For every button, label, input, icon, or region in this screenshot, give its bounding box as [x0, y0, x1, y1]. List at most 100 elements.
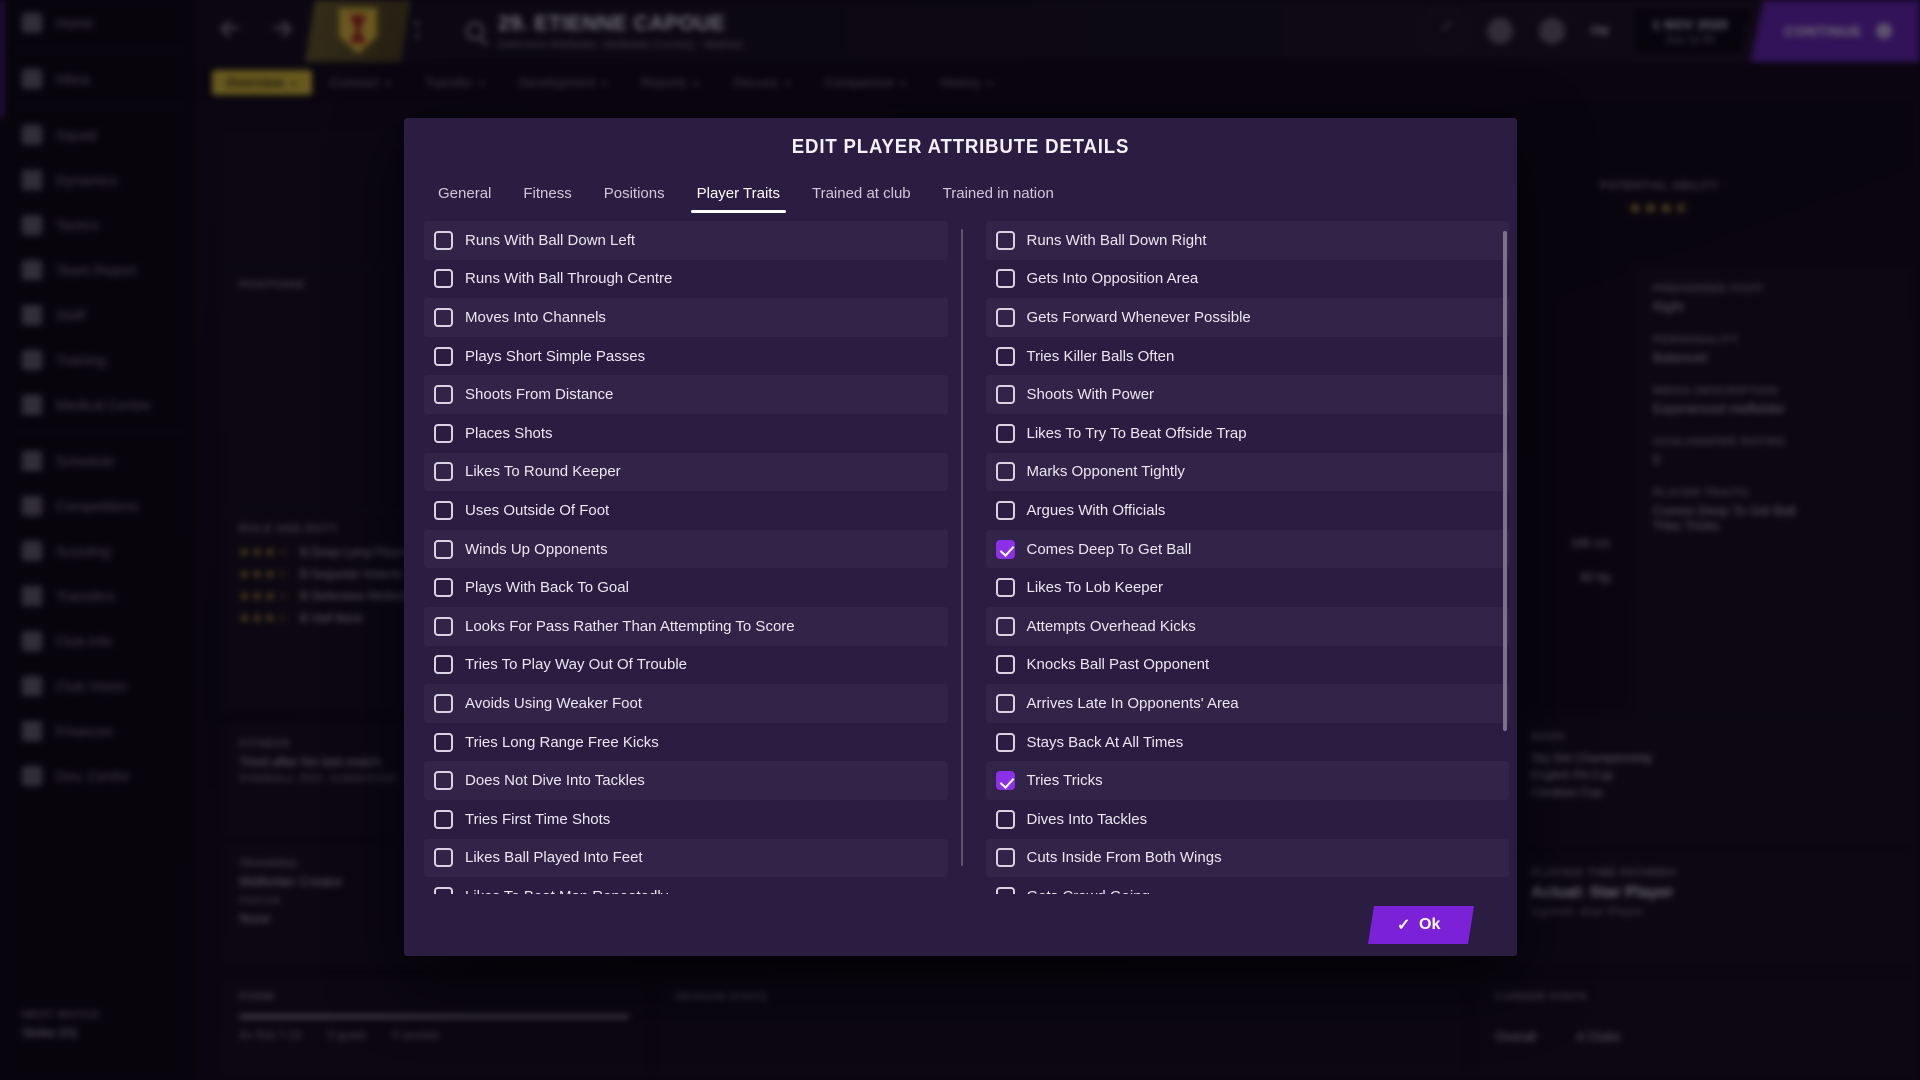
checkbox-icon[interactable] — [995, 269, 1015, 289]
trait-row[interactable]: Comes Deep To Get Ball — [986, 530, 1510, 569]
dialog-tab-fitness[interactable]: Fitness — [507, 177, 587, 213]
dialog-tab-general[interactable]: General — [422, 177, 507, 213]
checkbox-icon[interactable] — [434, 230, 453, 250]
checkbox-icon[interactable] — [995, 230, 1015, 250]
checkbox-icon[interactable] — [434, 771, 453, 791]
dialog-tab-label: Player Traits — [696, 185, 780, 202]
checkbox-icon[interactable] — [434, 809, 453, 829]
checkbox-icon[interactable] — [995, 809, 1015, 829]
trait-row[interactable]: Gets Into Opposition Area — [986, 260, 1510, 299]
trait-row[interactable]: Places Shots — [424, 414, 948, 453]
trait-row[interactable]: Uses Outside Of Foot — [424, 491, 948, 530]
checkbox-icon[interactable] — [995, 693, 1015, 713]
trait-row[interactable]: Runs With Ball Down Right — [986, 221, 1510, 260]
trait-label: Avoids Using Weaker Foot — [465, 694, 643, 712]
checkbox-icon[interactable] — [434, 848, 453, 868]
trait-row[interactable]: Shoots From Distance — [424, 375, 948, 414]
trait-label: Tries Long Range Free Kicks — [465, 733, 659, 751]
checkbox-icon[interactable] — [434, 578, 453, 598]
trait-label: Winds Up Opponents — [465, 540, 608, 558]
checkbox-icon[interactable] — [995, 346, 1015, 366]
checkbox-icon[interactable] — [995, 462, 1015, 482]
trait-row[interactable]: Avoids Using Weaker Foot — [424, 684, 948, 723]
checkbox-icon[interactable] — [434, 655, 453, 675]
trait-row[interactable]: Arrives Late In Opponents' Area — [986, 684, 1510, 723]
checkbox-icon[interactable] — [434, 385, 453, 405]
trait-row[interactable]: Moves Into Channels — [424, 298, 948, 337]
trait-row[interactable]: Does Not Dive Into Tackles — [424, 761, 948, 800]
checkbox-icon[interactable] — [434, 307, 453, 327]
trait-row[interactable]: Tries To Play Way Out Of Trouble — [424, 646, 948, 685]
checkbox-icon[interactable] — [434, 693, 453, 713]
trait-label: Comes Deep To Get Ball — [1026, 540, 1192, 558]
trait-row[interactable]: Runs With Ball Through Centre — [424, 260, 948, 299]
trait-row[interactable]: Tries First Time Shots — [424, 800, 948, 839]
trait-row[interactable]: Tries Tricks — [986, 761, 1510, 800]
trait-row[interactable]: Stays Back At All Times — [986, 723, 1510, 762]
dialog-tab-positions[interactable]: Positions — [588, 177, 681, 213]
trait-label: Marks Opponent Tightly — [1026, 463, 1185, 481]
trait-row[interactable]: Plays Short Simple Passes — [424, 337, 948, 376]
trait-row[interactable]: Winds Up Opponents — [424, 530, 948, 569]
trait-label: Tries First Time Shots — [465, 810, 611, 828]
trait-label: Uses Outside Of Foot — [465, 501, 610, 519]
checkbox-checked-icon[interactable] — [995, 771, 1015, 791]
checkbox-icon[interactable] — [995, 385, 1015, 405]
trait-label: Places Shots — [465, 424, 553, 442]
dialog-tab-player-traits[interactable]: Player Traits — [681, 177, 796, 213]
trait-row[interactable]: Looks For Pass Rather Than Attempting To… — [424, 607, 948, 646]
checkbox-icon[interactable] — [434, 886, 453, 894]
checkbox-icon[interactable] — [434, 462, 453, 482]
checkbox-icon[interactable] — [434, 616, 453, 636]
dialog-tab-trained-at-club[interactable]: Trained at club — [796, 177, 927, 213]
checkbox-icon[interactable] — [995, 848, 1015, 868]
checkbox-icon[interactable] — [434, 539, 453, 559]
checkbox-icon[interactable] — [995, 616, 1015, 636]
trait-label: Gets Crowd Going — [1027, 888, 1150, 894]
trait-row[interactable]: Likes To Try To Beat Offside Trap — [986, 414, 1510, 453]
trait-row[interactable]: Dives Into Tackles — [986, 800, 1510, 839]
checkbox-icon[interactable] — [995, 307, 1015, 327]
trait-row[interactable]: Likes To Beat Man Repeatedly — [424, 877, 948, 894]
trait-row[interactable]: Gets Crowd Going — [986, 877, 1510, 894]
checkbox-icon[interactable] — [995, 500, 1015, 520]
checkbox-icon[interactable] — [434, 500, 453, 520]
trait-row[interactable]: Cuts Inside From Both Wings — [986, 839, 1510, 878]
dialog-tab-label: Trained at club — [811, 185, 911, 202]
trait-label: Moves Into Channels — [465, 308, 606, 326]
trait-row[interactable]: Shoots With Power — [986, 375, 1510, 414]
trait-row[interactable]: Likes Ball Played Into Feet — [424, 839, 948, 878]
trait-row[interactable]: Knocks Ball Past Opponent — [986, 646, 1510, 685]
trait-label: Knocks Ball Past Opponent — [1026, 656, 1210, 674]
trait-row[interactable]: Tries Killer Balls Often — [986, 337, 1510, 376]
trait-row[interactable]: Tries Long Range Free Kicks — [424, 723, 948, 762]
traits-scrollbar[interactable] — [1503, 231, 1507, 814]
dialog-tab-label: Positions — [603, 185, 665, 202]
trait-row[interactable]: Runs With Ball Down Left — [424, 221, 948, 260]
checkbox-icon[interactable] — [995, 886, 1015, 894]
trait-row[interactable]: Likes To Lob Keeper — [986, 568, 1510, 607]
check-icon: ✓ — [1397, 917, 1411, 934]
checkbox-icon[interactable] — [995, 423, 1015, 443]
checkbox-icon[interactable] — [995, 732, 1015, 752]
trait-row[interactable]: Gets Forward Whenever Possible — [986, 298, 1510, 337]
trait-label: Shoots From Distance — [465, 386, 614, 404]
trait-row[interactable]: Argues With Officials — [986, 491, 1510, 530]
ok-button[interactable]: ✓ Ok — [1368, 906, 1475, 944]
checkbox-checked-icon[interactable] — [995, 539, 1015, 559]
trait-row[interactable]: Plays With Back To Goal — [424, 568, 948, 607]
dialog-tab-trained-in-nation[interactable]: Trained in nation — [927, 177, 1070, 213]
ok-button-label: Ok — [1419, 916, 1441, 933]
checkbox-icon[interactable] — [434, 346, 453, 366]
checkbox-icon[interactable] — [434, 423, 453, 443]
trait-row[interactable]: Likes To Round Keeper — [424, 453, 948, 492]
checkbox-icon[interactable] — [434, 732, 453, 752]
trait-label: Argues With Officials — [1026, 501, 1166, 519]
scrollbar-thumb[interactable] — [1503, 231, 1507, 731]
checkbox-icon[interactable] — [995, 578, 1015, 598]
trait-label: Runs With Ball Down Right — [1026, 231, 1207, 249]
trait-row[interactable]: Attempts Overhead Kicks — [986, 607, 1510, 646]
checkbox-icon[interactable] — [995, 655, 1015, 675]
checkbox-icon[interactable] — [434, 269, 453, 289]
trait-row[interactable]: Marks Opponent Tightly — [986, 453, 1510, 492]
